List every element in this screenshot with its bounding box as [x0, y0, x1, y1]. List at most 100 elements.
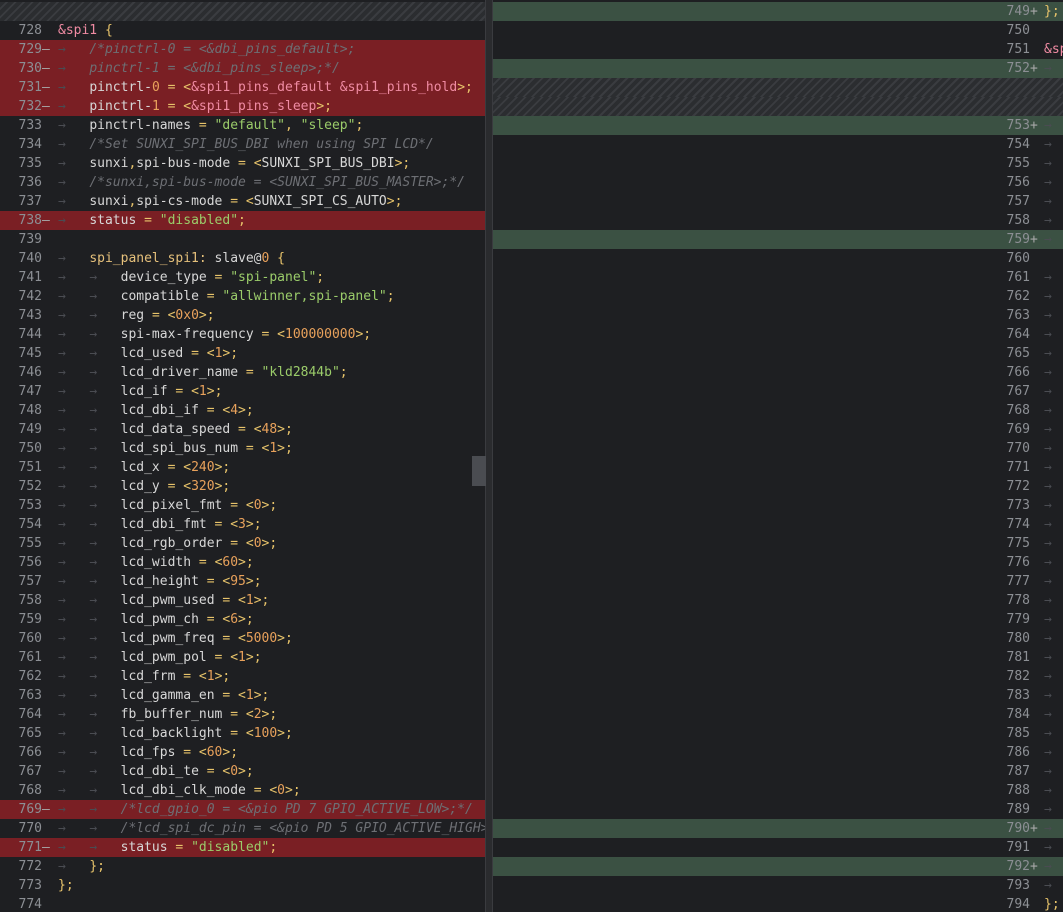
scrollbar-thumb[interactable]: [472, 456, 486, 486]
line-code: → → lcd_frm = <1>;: [58, 669, 231, 684]
line-code: → → reg = <0x0>;: [1044, 327, 1052, 342]
line-code: → → lcd_dbi_te = <0>;: [1044, 783, 1052, 798]
code-line: 788 → → lcd_dbi_te = <0>;: [493, 781, 1063, 800]
code-line: 751 → → lcd_x = <240>;: [0, 458, 485, 477]
line-number: 792: [1006, 859, 1030, 874]
left-diff-pane[interactable]: 728 &spi1 {729— → /*pinctrl-0 = <&dbi_pins…: [0, 0, 485, 912]
code-line: 734 → /*Set SUNXI_SPI_BUS_DBI when using …: [0, 135, 485, 154]
line-code: → → lcd_height = <95>;: [58, 574, 262, 589]
line-code: → spi_panel_spi1: slave@0 {: [58, 251, 285, 266]
diff-marker: +: [1030, 61, 1038, 76]
line-code: → → spi-max-frequency = <100000000>;: [1044, 346, 1052, 361]
line-code: → → lcd_pwm_pol = <1>;: [58, 650, 262, 665]
line-code: &spi1 {: [58, 23, 113, 38]
line-number: 789: [1006, 802, 1030, 817]
line-number: 738: [18, 213, 42, 228]
line-code: → /*Set SUNXI_SPI_BUS_DBI when using SPI…: [58, 137, 434, 152]
line-number: 741: [18, 270, 42, 285]
line-code: → → lcd_width = <60>;: [58, 555, 254, 570]
added-line: 790+ → → lcd_gpio_0 = <&pio PD 4 GPIO_ACT…: [493, 819, 1063, 838]
code-line: 758 → → lcd_pwm_used = <1>;: [0, 591, 485, 610]
deleted-line: 730— → pinctrl-1 = <&dbi_pins_sleep>;*/: [0, 59, 485, 78]
diff-marker: —: [42, 61, 50, 76]
line-number: 762: [1006, 289, 1030, 304]
line-number: 749: [1006, 4, 1030, 19]
line-code: → → lcd_dbi_te = <0>;: [58, 764, 254, 779]
line-code: → → lcd_pwm_ch = <6>;: [1044, 631, 1052, 646]
code-line: 763 → → compatible = "allwinner,spi-panel…: [493, 306, 1063, 325]
line-code: → → lcd_if = <1>;: [1044, 403, 1052, 418]
line-number: 775: [1006, 536, 1030, 551]
code-line: 761 → → lcd_pwm_pol = <1>;: [0, 648, 485, 667]
line-number: 776: [1006, 555, 1030, 570]
line-number: 786: [1006, 745, 1030, 760]
code-line: 752 → → lcd_y = <320>;: [0, 477, 485, 496]
diff-marker: +: [1030, 859, 1038, 874]
line-number: 770: [18, 821, 42, 836]
line-code: → → lcd_gamma_en = <1>;: [58, 688, 270, 703]
code-line: 760: [493, 249, 1063, 268]
line-number: 761: [18, 650, 42, 665]
code-line: 765 → → spi-max-frequency = <100000000>;: [493, 344, 1063, 363]
line-code: → pinctrl-0 = <&dbi1_pins_default &dbi1_…: [1044, 61, 1052, 76]
line-number: 754: [1006, 137, 1030, 152]
line-code: → → compatible = "allwinner,spi-panel";: [58, 289, 395, 304]
line-number: 737: [18, 194, 42, 209]
line-code: → → lcd_fps = <60>;: [58, 745, 239, 760]
code-line: 743 → → reg = <0x0>;: [0, 306, 485, 325]
line-code: → → lcd_dbi_if = <4>;: [1044, 422, 1052, 437]
line-number: 762: [18, 669, 42, 684]
diff-marker: —: [42, 42, 50, 57]
line-number: 767: [1006, 384, 1030, 399]
line-number: 756: [18, 555, 42, 570]
code-line: 755 → → lcd_rgb_order = <0>;: [0, 534, 485, 553]
line-number: 749: [18, 422, 42, 437]
line-code: → → lcd_spi_bus_num = <1>;: [1044, 460, 1052, 475]
code-line: 781 → → lcd_pwm_freq = <5000>;: [493, 648, 1063, 667]
line-code: → → /*lcd_spi_dc_pin = <&pio PD 5 GPIO_A…: [1044, 840, 1052, 855]
line-number: 765: [1006, 346, 1030, 361]
line-code: → → /*lcd_gpio_0 = <&pio PD 7 GPIO_ACTIV…: [58, 802, 473, 817]
line-number: 735: [18, 156, 42, 171]
line-number: 736: [18, 175, 42, 190]
code-line: 756 → sunxi,spi-bus-mode = <SUNXI_SPI_BUS…: [493, 173, 1063, 192]
line-number: 761: [1006, 270, 1030, 285]
right-diff-pane[interactable]: 749+};750751&spi1 {752+→ pinctrl-0 = <&d…: [493, 0, 1063, 912]
line-code: → pinctrl-1 = <&dbi1_pins_sleep>;: [1044, 118, 1052, 133]
pane-splitter[interactable]: [485, 0, 493, 912]
code-line: 794};: [493, 895, 1063, 912]
line-number: 779: [1006, 612, 1030, 627]
line-code: → → spi-max-frequency = <100000000>;: [58, 327, 372, 342]
code-line: 757 → → lcd_height = <95>;: [0, 572, 485, 591]
added-line: 752+ → pinctrl-0 = <&dbi1_pins_default &d…: [493, 59, 1063, 78]
line-code: → sunxi,spi-bus-mode = <SUNXI_SPI_BUS_DB…: [58, 156, 411, 171]
line-code: → status = "disabled";: [58, 213, 246, 228]
line-code: → };: [1044, 878, 1052, 893]
code-line: 761 → spi_panel_spi1: slave@0 {: [493, 268, 1063, 287]
line-code: → sunxi,spi-cs-mode = <SUNXI_SPI_CS_AUTO…: [1044, 213, 1052, 228]
line-code: → → lcd_gamma_en = <1>;: [1044, 707, 1052, 722]
collapsed-region: [493, 97, 1063, 116]
line-number: 773: [1006, 498, 1030, 513]
line-number: 783: [1006, 688, 1030, 703]
code-line: 762 → → lcd_frm = <1>;: [0, 667, 485, 686]
line-code: → → lcd_dbi_fmt = <3>;: [1044, 536, 1052, 551]
line-number: 757: [1006, 194, 1030, 209]
code-line: 751&spi1 {: [493, 40, 1063, 59]
code-line: 750: [493, 21, 1063, 40]
line-code: → → /*lcd_spi_dc_pin = <&pio PD 5 GPIO_A…: [58, 821, 485, 836]
line-code: → → lcd_pwm_ch = <6>;: [58, 612, 254, 627]
line-number: 753: [1006, 118, 1030, 133]
code-line: 778 → → lcd_height = <95>;: [493, 591, 1063, 610]
code-line: 744 → → spi-max-frequency = <100000000>;: [0, 325, 485, 344]
code-line: 773 → → lcd_y = <320>;: [493, 496, 1063, 515]
diff-marker: —: [42, 99, 50, 114]
diff-marker: —: [42, 840, 50, 855]
line-number: 760: [18, 631, 42, 646]
line-code: → pinctrl-0 = <&spi1_pins_default &spi1_…: [58, 80, 473, 95]
line-number: 767: [18, 764, 42, 779]
diff-viewer: 728 &spi1 {729— → /*pinctrl-0 = <&dbi_pins…: [0, 0, 1063, 912]
line-number: 729: [18, 42, 42, 57]
line-code: → → lcd_pwm_pol = <1>;: [1044, 669, 1052, 684]
line-code: → → lcd_height = <95>;: [1044, 593, 1052, 608]
